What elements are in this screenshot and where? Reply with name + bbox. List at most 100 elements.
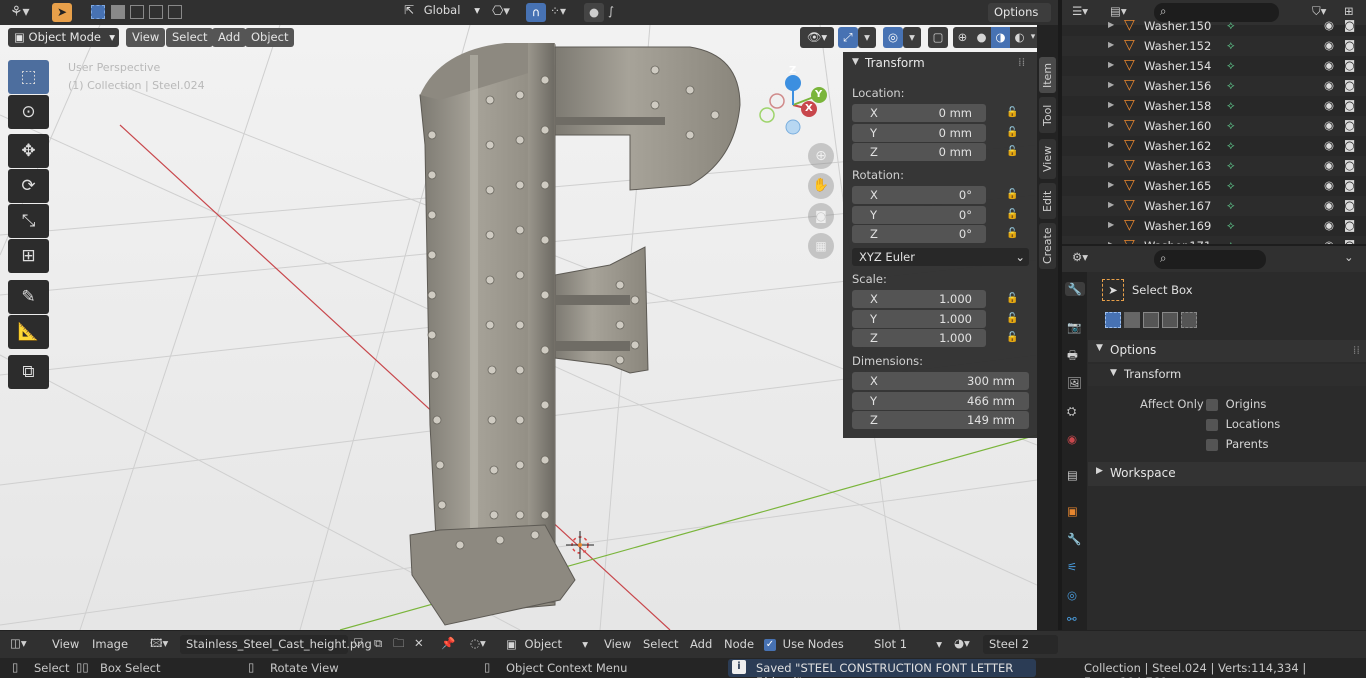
render-tab-icon[interactable]: 📷 [1067, 320, 1081, 334]
expand-right-icon[interactable]: ▶ [1108, 240, 1114, 244]
image-view-menu[interactable]: View [52, 637, 79, 651]
select-mode-intersect-icon[interactable] [168, 5, 182, 19]
measure-tool[interactable]: 📐 [8, 315, 49, 349]
expand-right-icon[interactable]: ▶ [1108, 160, 1114, 169]
lock-icon[interactable]: 🔓 [1006, 293, 1018, 305]
tab-create[interactable]: Create [1039, 223, 1056, 269]
visibility-eye-icon[interactable]: ◉ [1324, 198, 1334, 212]
location-z-field[interactable]: Z0 mm [852, 143, 986, 161]
pan-hand-icon[interactable]: ✋ [808, 173, 834, 199]
render-camera-icon[interactable]: ◙ [1344, 118, 1355, 132]
expand-right-icon[interactable]: ▶ [1108, 20, 1114, 29]
view-layer-tab-icon[interactable]: 🖼 [1067, 376, 1082, 390]
node-menu[interactable]: Node [724, 637, 754, 651]
properties-editor-icon[interactable]: ⚙▾ [1072, 250, 1088, 264]
mode-subtract-icon[interactable] [1143, 312, 1159, 328]
zoom-icon[interactable]: ⊕ [808, 143, 834, 169]
shading-dropdown-icon[interactable]: ▾ [1029, 27, 1037, 48]
visibility-eye-icon[interactable]: ◉ [1324, 178, 1334, 192]
options-dropdown[interactable]: Options ▾ [988, 3, 1051, 38]
material-browse-icon[interactable]: ◕▾ [954, 636, 970, 650]
outliner-row[interactable]: ▶ ▽ Washer.158 ⟡ ◉ ◙ [1062, 96, 1366, 116]
image-name-field[interactable]: Stainless_Steel_Cast_height.png [180, 635, 372, 654]
rotation-z-field[interactable]: Z 0° [852, 225, 986, 243]
visibility-eye-icon[interactable]: ◉ [1324, 38, 1334, 52]
scale-tool[interactable]: ⤡ [8, 204, 49, 238]
use-nodes-checkbox[interactable]: ✓ Use Nodes [764, 637, 844, 651]
falloff-icon[interactable]: ∫ [608, 4, 614, 18]
camera-view-icon[interactable]: ◙ [808, 203, 834, 229]
location-y-field[interactable]: Y0 mm [852, 124, 986, 142]
origins-checkbox[interactable]: Origins [1206, 397, 1266, 411]
rotate-tool[interactable]: ⟳ [8, 169, 49, 203]
visibility-eye-icon[interactable]: ◉ [1324, 218, 1334, 232]
3d-viewport[interactable]: X Y Z ⊕ ✋ ◙ ▦ ▣ Object Mode ▾ View Selec… [0, 25, 1037, 630]
render-camera-icon[interactable]: ◙ [1344, 38, 1355, 52]
scale-z-field[interactable]: Z 1.000 [852, 329, 986, 347]
outliner-row[interactable]: ▶ ▽ Washer.150 ⟡ ◉ ◙ [1062, 16, 1366, 36]
outliner-row[interactable]: ▶ ▽ Washer.167 ⟡ ◉ ◙ [1062, 196, 1366, 216]
outliner-row[interactable]: ▶ ▽ Washer.162 ⟡ ◉ ◙ [1062, 136, 1366, 156]
chevron-down-icon[interactable]: ⌄ [1344, 250, 1354, 264]
render-camera-icon[interactable]: ◙ [1344, 98, 1355, 112]
render-camera-icon[interactable]: ◙ [1344, 58, 1355, 72]
open-image-icon[interactable]: 🗀 [393, 636, 405, 655]
add-menu[interactable]: Add [212, 28, 247, 47]
render-camera-icon[interactable]: ◙ [1344, 158, 1355, 172]
shading-solid-icon[interactable]: ● [972, 27, 991, 48]
pin-icon[interactable]: 📌 [441, 636, 455, 650]
render-camera-icon[interactable]: ◙ [1344, 218, 1355, 232]
drag-handle-icon[interactable]: ⁞⁞ [1018, 55, 1025, 69]
xray-toggle-icon[interactable]: ▢ [928, 27, 948, 48]
visibility-dropdown[interactable]: 👁▾ [800, 27, 834, 48]
image-menu[interactable]: Image [92, 637, 128, 651]
tab-view[interactable]: View [1039, 139, 1056, 179]
options-panel-header[interactable]: ▼ Options ⁞⁞ [1088, 340, 1366, 362]
dimensions-x-field[interactable]: X 300 mm [852, 372, 1029, 390]
node-select-menu[interactable]: Select [643, 637, 678, 651]
object-tab-icon[interactable]: ▣ [1067, 504, 1078, 518]
modifier-tab-icon[interactable]: 🔧 [1067, 532, 1081, 546]
expand-right-icon[interactable]: ▶ [1108, 220, 1114, 229]
properties-search-input[interactable]: ⌕ [1154, 250, 1266, 269]
outliner-row[interactable]: ▶ ▽ Washer.171 ⟡ ◉ ◙ [1062, 236, 1366, 244]
scene-tab-icon[interactable]: ⛭ [1067, 404, 1076, 419]
render-camera-icon[interactable]: ◙ [1344, 178, 1355, 192]
new-image-icon[interactable]: ⧉ [374, 636, 382, 651]
outliner-row[interactable]: ▶ ▽ Washer.156 ⟡ ◉ ◙ [1062, 76, 1366, 96]
particles-tab-icon[interactable]: ⚟ [1067, 560, 1077, 574]
expand-right-icon[interactable]: ▶ [1108, 140, 1114, 149]
lock-icon[interactable]: 🔓 [1006, 313, 1018, 325]
mode-difference-icon[interactable] [1162, 312, 1178, 328]
locations-checkbox[interactable]: Locations [1206, 417, 1280, 431]
annotate-tool[interactable]: ✎ [8, 280, 49, 314]
render-camera-icon[interactable]: ◙ [1344, 78, 1355, 92]
scale-y-field[interactable]: Y 1.000 [852, 310, 986, 328]
visibility-eye-icon[interactable]: ◉ [1324, 78, 1334, 92]
shader-type-dropdown[interactable]: ▣ Object ▾ [506, 635, 590, 654]
outliner-row[interactable]: ▶ ▽ Washer.163 ⟡ ◉ ◙ [1062, 156, 1366, 176]
dimensions-z-field[interactable]: Z 149 mm [852, 411, 1029, 429]
select-tool-icon[interactable]: ➤ [52, 3, 72, 22]
shading-wireframe-icon[interactable]: ⊕ [953, 27, 972, 48]
gizmo-toggle-icon[interactable]: ⤢ [838, 27, 858, 48]
shading-material-icon[interactable]: ◑ [991, 27, 1010, 48]
object-menu[interactable]: Object [245, 28, 295, 47]
shading-rendered-icon[interactable]: ◐ [1010, 27, 1029, 48]
close-icon[interactable]: ✕ [414, 636, 424, 650]
select-mode-new-icon[interactable] [91, 5, 105, 19]
visibility-eye-icon[interactable]: ◉ [1324, 58, 1334, 72]
visibility-eye-icon[interactable]: ◉ [1324, 138, 1334, 152]
rotation-x-field[interactable]: X 0° [852, 186, 986, 204]
visibility-eye-icon[interactable]: ◉ [1324, 158, 1334, 172]
expand-right-icon[interactable]: ▶ [1108, 120, 1114, 129]
lock-icon[interactable]: 🔓 [1006, 209, 1018, 221]
transform-tool[interactable]: ⊞ [8, 239, 49, 273]
gizmo-dropdown-icon[interactable]: ▾ [858, 27, 876, 48]
visibility-eye-icon[interactable]: ◉ [1324, 238, 1334, 244]
physics-tab-icon[interactable]: ◎ [1067, 588, 1077, 602]
node-add-menu[interactable]: Add [690, 637, 712, 651]
select-menu[interactable]: Select [166, 28, 214, 47]
image-browse-icon[interactable]: 🖾▾ [150, 636, 168, 655]
material-name-field[interactable]: Steel 2 [983, 635, 1058, 654]
